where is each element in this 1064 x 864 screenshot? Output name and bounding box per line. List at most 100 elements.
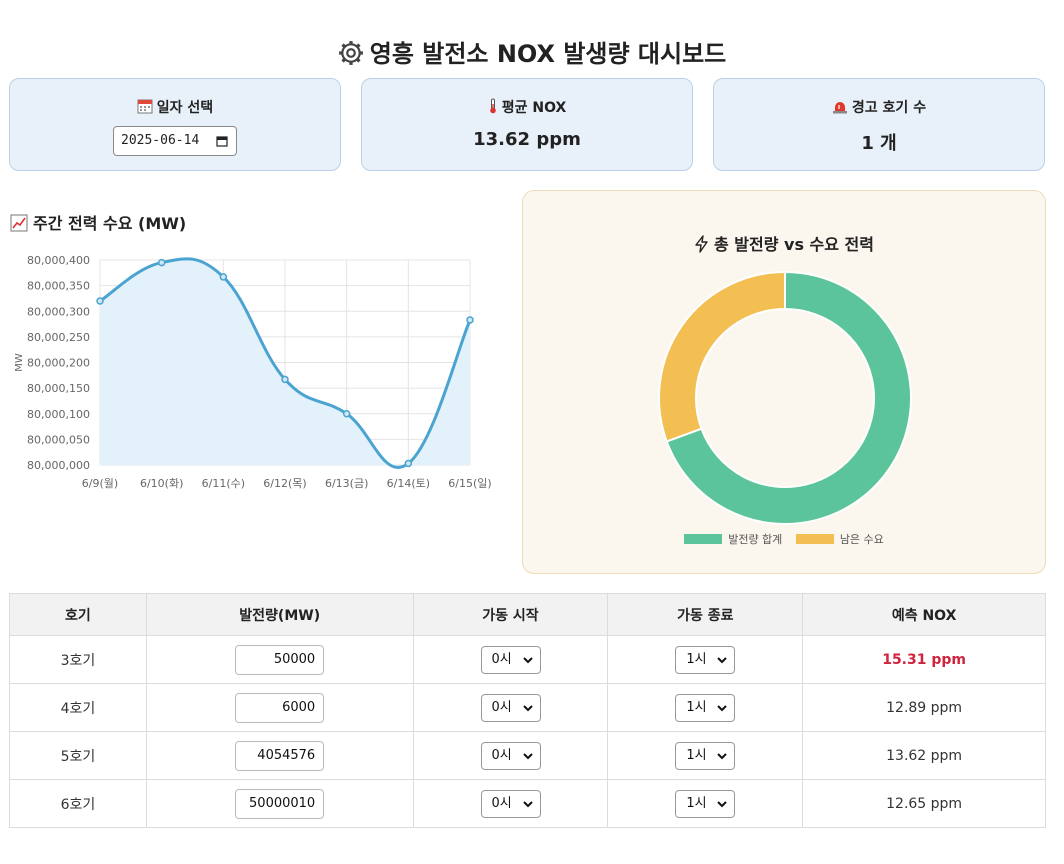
chevron-down-icon bbox=[522, 800, 533, 807]
donut-panel: 총 발전량 vs 수요 전력 발전량 합계 남은 수요 bbox=[522, 190, 1046, 574]
end-time-select[interactable]: 1시 bbox=[675, 741, 736, 770]
x-tick-label: 6/15(일) bbox=[448, 476, 491, 490]
date-input[interactable]: 2025-06-14 bbox=[113, 126, 237, 156]
donut-legend: 발전량 합계 남은 수요 bbox=[523, 531, 1045, 547]
avg-nox-label: 평균 NOX bbox=[362, 97, 692, 117]
y-tick-label: 80,000,100 bbox=[27, 408, 90, 421]
lightning-icon bbox=[695, 235, 708, 253]
table-row: 3호기 50000 0시 1시 15.31 ppm bbox=[9, 635, 1046, 684]
date-label-text: 일자 선택 bbox=[156, 100, 214, 116]
table-row: 5호기 4054576 0시 1시 13.62 ppm bbox=[9, 731, 1046, 780]
table-header-row: 호기 발전량(MW) 가동 시작 가동 종료 예측 NOX bbox=[9, 593, 1046, 636]
power-input[interactable]: 6000 bbox=[235, 692, 325, 723]
data-point bbox=[219, 273, 228, 281]
chart-increasing-icon bbox=[10, 214, 28, 232]
thermometer-icon bbox=[489, 98, 496, 114]
start-time-value: 0시 bbox=[491, 651, 512, 667]
cell-nox: 13.62 ppm bbox=[802, 731, 1046, 780]
chevron-down-icon bbox=[717, 704, 728, 711]
x-tick-label: 6/12(목) bbox=[263, 477, 306, 490]
data-point bbox=[96, 297, 104, 305]
power-input[interactable]: 50000 bbox=[235, 644, 325, 675]
cell-end: 1시 bbox=[607, 779, 804, 828]
x-tick-label: 6/11(수) bbox=[202, 477, 245, 490]
header-unit: 호기 bbox=[9, 593, 147, 636]
cell-power: 6000 bbox=[145, 683, 414, 732]
legend-item-generation[interactable]: 발전량 합계 bbox=[684, 531, 782, 547]
start-time-value: 0시 bbox=[491, 747, 512, 763]
y-tick-label: 80,000,400 bbox=[27, 254, 90, 267]
y-tick-label: 80,000,300 bbox=[27, 305, 90, 318]
page-title: 영흥 발전소 NOX 발생량 대시보드 bbox=[0, 34, 1064, 69]
donut-chart bbox=[658, 270, 912, 525]
end-time-select[interactable]: 1시 bbox=[675, 693, 736, 722]
cell-start: 0시 bbox=[412, 683, 609, 732]
header-start: 가동 시작 bbox=[412, 593, 609, 636]
chevron-down-icon bbox=[717, 752, 728, 759]
legend-swatch-generation bbox=[684, 534, 723, 544]
table-row: 6호기 50000010 0시 1시 12.65 ppm bbox=[9, 779, 1046, 828]
warning-card: 경고 호기 수 1 개 bbox=[713, 78, 1045, 171]
start-time-value: 0시 bbox=[491, 699, 512, 715]
start-time-select[interactable]: 0시 bbox=[480, 789, 541, 818]
date-input-value: 2025-06-14 bbox=[121, 133, 200, 148]
chevron-down-icon bbox=[522, 656, 533, 663]
cell-nox: 12.89 ppm bbox=[802, 683, 1046, 732]
legend-swatch-remaining bbox=[795, 534, 834, 544]
end-time-value: 1시 bbox=[686, 699, 707, 715]
gear-icon bbox=[338, 41, 363, 65]
siren-icon bbox=[832, 102, 847, 114]
date-card-label: 일자 선택 bbox=[10, 97, 340, 117]
start-time-value: 0시 bbox=[491, 795, 512, 811]
donut-chart-title: 총 발전량 vs 수요 전력 bbox=[523, 231, 1045, 255]
line-chart: 80,000,400 80,000,350 80,000,300 80,000,250… bbox=[14, 254, 492, 490]
cell-start: 0시 bbox=[412, 635, 609, 684]
x-tick-label: 6/14(토) bbox=[387, 477, 430, 490]
cell-power: 4054576 bbox=[145, 731, 414, 780]
data-point bbox=[404, 459, 413, 468]
line-chart-title-text: 주간 전력 수요 (MW) bbox=[33, 214, 187, 233]
cell-nox: 12.65 ppm bbox=[802, 779, 1046, 828]
cell-start: 0시 bbox=[412, 731, 609, 780]
cell-unit: 6호기 bbox=[9, 779, 147, 828]
warning-count: 1 개 bbox=[861, 133, 897, 154]
header-end: 가동 종료 bbox=[607, 593, 804, 636]
avg-nox-card: 평균 NOX 13.62 ppm bbox=[361, 78, 693, 171]
avg-nox-label-text: 평균 NOX bbox=[501, 100, 567, 116]
warning-label: 경고 호기 수 bbox=[714, 97, 1044, 117]
calendar-picker-icon[interactable] bbox=[216, 135, 228, 147]
power-input[interactable]: 50000010 bbox=[235, 788, 325, 819]
unit-table: 호기 발전량(MW) 가동 시작 가동 종료 예측 NOX 3호기 50000 0시… bbox=[9, 593, 1046, 828]
end-time-select[interactable]: 1시 bbox=[675, 789, 736, 818]
data-point bbox=[342, 410, 351, 418]
end-time-select[interactable]: 1시 bbox=[675, 645, 736, 674]
cell-end: 1시 bbox=[607, 731, 804, 780]
legend-label-generation: 발전량 합계 bbox=[728, 533, 783, 546]
y-tick-label: 80,000,250 bbox=[27, 331, 90, 344]
line-chart-title: 주간 전력 수요 (MW) bbox=[10, 210, 186, 234]
y-tick-label: 80,000,150 bbox=[27, 382, 90, 395]
start-time-select[interactable]: 0시 bbox=[480, 741, 541, 770]
start-time-select[interactable]: 0시 bbox=[480, 693, 541, 722]
donut-slice-remaining[interactable] bbox=[658, 270, 786, 443]
avg-nox-value: 13.62 ppm bbox=[473, 129, 581, 150]
warning-label-text: 경고 호기 수 bbox=[851, 100, 927, 116]
cell-unit: 4호기 bbox=[9, 683, 147, 732]
y-axis-label: MW bbox=[14, 353, 25, 372]
chevron-down-icon bbox=[717, 656, 728, 663]
x-tick-label: 6/9(월) bbox=[82, 477, 118, 490]
power-input[interactable]: 4054576 bbox=[235, 740, 325, 771]
x-tick-label: 6/13(금) bbox=[325, 477, 368, 490]
chevron-down-icon bbox=[717, 800, 728, 807]
legend-item-remaining[interactable]: 남은 수요 bbox=[795, 531, 884, 547]
cell-unit: 3호기 bbox=[9, 635, 147, 684]
y-tick-label: 80,000,050 bbox=[27, 433, 90, 446]
x-tick-label: 6/10(화) bbox=[140, 477, 183, 490]
data-point bbox=[157, 258, 166, 267]
start-time-select[interactable]: 0시 bbox=[480, 645, 541, 674]
calendar-icon bbox=[137, 99, 153, 114]
cell-unit: 5호기 bbox=[9, 731, 147, 780]
end-time-value: 1시 bbox=[686, 651, 707, 667]
date-card: 일자 선택 2025-06-14 bbox=[9, 78, 341, 171]
table-row: 4호기 6000 0시 1시 12.89 ppm bbox=[9, 683, 1046, 732]
